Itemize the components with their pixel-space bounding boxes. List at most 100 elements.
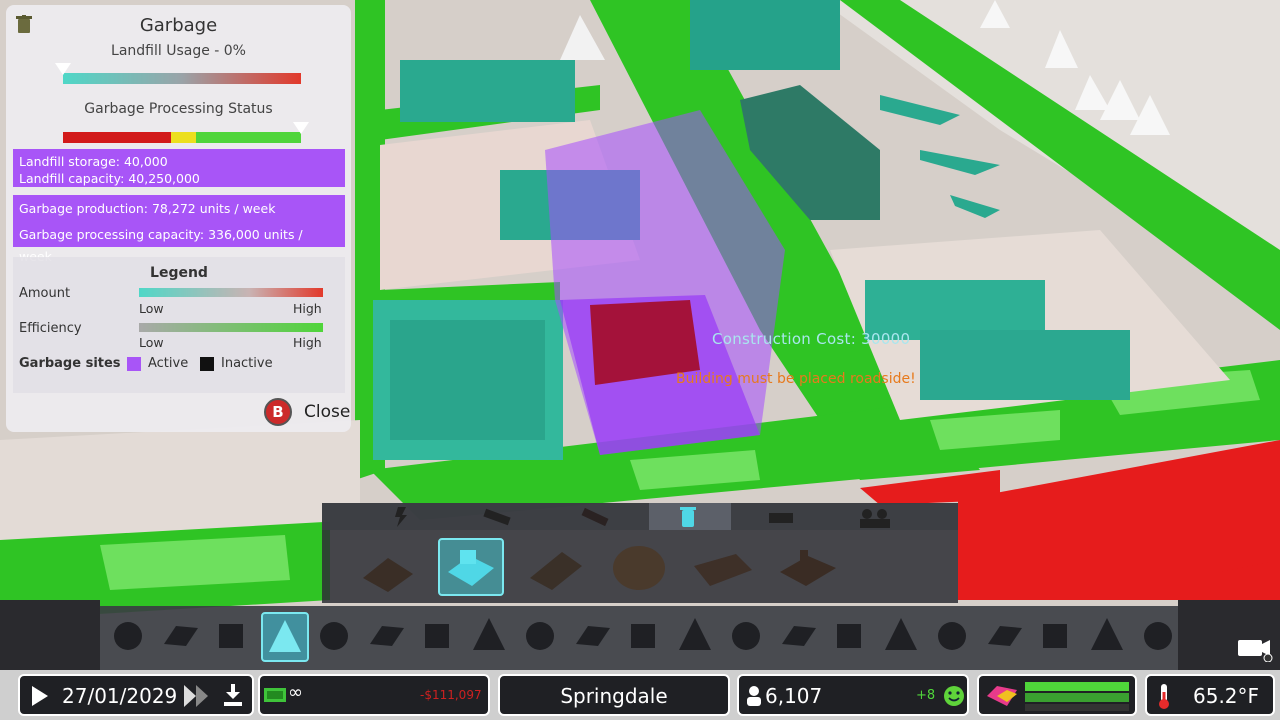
category-park-icon[interactable] bbox=[673, 612, 721, 662]
healthcare-icon bbox=[369, 626, 404, 646]
happy-face-icon bbox=[944, 686, 964, 706]
category-building-icon[interactable] bbox=[1136, 612, 1184, 662]
fast-forward-icon[interactable] bbox=[184, 685, 210, 707]
photo-mode-icon[interactable] bbox=[1234, 636, 1274, 662]
road-tools-icon bbox=[732, 622, 760, 650]
temperature-value: 65.2°F bbox=[1193, 684, 1260, 708]
category-industry-icon[interactable] bbox=[879, 612, 927, 662]
landfill-item[interactable] bbox=[438, 538, 504, 596]
demand-display[interactable] bbox=[977, 674, 1137, 716]
garbage-production: Garbage production: 78,272 units / week bbox=[19, 201, 276, 216]
category-tourism-icon[interactable] bbox=[1033, 612, 1081, 662]
amount-gradient bbox=[139, 288, 323, 297]
electricity-tab-icon[interactable] bbox=[392, 507, 412, 527]
landmark-icon bbox=[631, 624, 655, 648]
legend-sites-label: Garbage sites bbox=[19, 356, 121, 371]
download-icon[interactable] bbox=[222, 684, 244, 708]
legend-active: Active bbox=[148, 356, 189, 371]
category-disaster-icon[interactable] bbox=[776, 612, 824, 662]
landfill-usage-marker bbox=[55, 63, 71, 75]
pipe-tab-icon[interactable] bbox=[482, 507, 512, 527]
trash-tab-icon[interactable] bbox=[678, 506, 698, 528]
category-landmark-icon[interactable] bbox=[621, 612, 669, 662]
recycling-center-item[interactable] bbox=[606, 538, 672, 596]
fire-icon bbox=[425, 624, 449, 648]
category-roads-icon[interactable] bbox=[106, 612, 154, 662]
category-monument-icon[interactable] bbox=[570, 612, 618, 662]
population-value: 6,107 bbox=[765, 684, 823, 708]
category-government-icon[interactable] bbox=[930, 612, 978, 662]
zoning-demand-icon bbox=[987, 686, 1017, 706]
panel-title: Garbage bbox=[139, 15, 218, 36]
incinerator-item[interactable] bbox=[522, 538, 588, 596]
landfill-capacity: Landfill capacity: 40,250,000 bbox=[19, 171, 200, 186]
transport-icon bbox=[472, 618, 505, 650]
category-airport-icon[interactable] bbox=[982, 612, 1030, 662]
landfill-info-box: Landfill storage: 40,000 Landfill capaci… bbox=[13, 149, 345, 187]
processing-status-label: Garbage Processing Status bbox=[84, 101, 273, 117]
population-display[interactable]: 6,107 +8 bbox=[737, 674, 969, 716]
waste-processing-item[interactable] bbox=[774, 538, 840, 596]
education-icon bbox=[837, 624, 861, 648]
truck-tab-icon[interactable] bbox=[767, 507, 797, 527]
legend-title: Legend bbox=[150, 265, 208, 281]
close-button[interactable]: B Close bbox=[264, 398, 354, 428]
build-category-bar bbox=[100, 606, 1178, 670]
waste-transfer-item[interactable] bbox=[690, 538, 756, 596]
processing-status-bar bbox=[63, 132, 301, 143]
garbage-icon bbox=[320, 622, 348, 650]
category-museum-icon[interactable] bbox=[1085, 612, 1133, 662]
people-tab-icon[interactable] bbox=[858, 506, 892, 528]
pipe2-tab-icon[interactable] bbox=[580, 507, 610, 527]
category-districts-icon[interactable] bbox=[209, 612, 257, 662]
category-fire-icon[interactable] bbox=[415, 612, 463, 662]
city-name: Springdale bbox=[560, 684, 668, 708]
tourism-icon bbox=[1043, 624, 1067, 648]
legend-amount-label: Amount bbox=[19, 286, 71, 301]
inactive-site-swatch bbox=[200, 357, 214, 371]
amount-high: High bbox=[293, 301, 322, 316]
disaster-icon bbox=[781, 626, 816, 646]
build-submenu bbox=[322, 503, 958, 603]
garbage-truck-depot-item[interactable] bbox=[355, 538, 421, 596]
legend-efficiency-label: Efficiency bbox=[19, 321, 82, 336]
amount-low: Low bbox=[139, 301, 164, 316]
police-icon bbox=[526, 622, 554, 650]
electricity-water-icon bbox=[268, 620, 301, 652]
category-transport-icon[interactable] bbox=[467, 612, 515, 662]
category-police-icon[interactable] bbox=[518, 612, 566, 662]
airport-icon bbox=[987, 626, 1022, 646]
landfill-usage-label: Landfill Usage - 0% bbox=[111, 43, 246, 59]
temperature-display[interactable]: 65.2°F bbox=[1145, 674, 1275, 716]
date-display: 27/01/2029 bbox=[62, 684, 178, 708]
category-electricity-water-icon[interactable] bbox=[260, 612, 309, 662]
b-button-icon: B bbox=[264, 398, 292, 426]
money-display[interactable]: ∞ -$111,097 bbox=[258, 674, 490, 716]
demand-bar-1 bbox=[1025, 682, 1129, 691]
category-garbage-icon[interactable] bbox=[312, 612, 360, 662]
thermometer-icon bbox=[1159, 684, 1169, 709]
landfill-usage-bar bbox=[63, 73, 301, 84]
zoning-icon bbox=[163, 626, 198, 646]
person-icon bbox=[747, 686, 761, 706]
construction-cost-label: Construction Cost: 30000 bbox=[712, 330, 911, 348]
category-zoning-icon[interactable] bbox=[158, 612, 206, 662]
active-site-swatch bbox=[127, 357, 141, 371]
category-healthcare-icon[interactable] bbox=[364, 612, 412, 662]
play-icon[interactable] bbox=[30, 686, 48, 706]
category-road-tools-icon[interactable] bbox=[724, 612, 772, 662]
industry-icon bbox=[884, 618, 917, 650]
close-label: Close bbox=[304, 402, 351, 422]
money-change: -$111,097 bbox=[420, 688, 482, 702]
efficiency-gradient bbox=[139, 323, 323, 332]
submenu-tab-row bbox=[322, 503, 958, 530]
category-education-icon[interactable] bbox=[827, 612, 875, 662]
park-icon bbox=[678, 618, 711, 650]
museum-icon bbox=[1090, 618, 1123, 650]
city-name-display[interactable]: Springdale bbox=[498, 674, 730, 716]
money-icon bbox=[264, 688, 286, 702]
placement-warning: Building must be placed roadside! bbox=[676, 371, 916, 387]
demand-bar-2 bbox=[1025, 693, 1129, 702]
processing-info-box: Garbage production: 78,272 units / week … bbox=[13, 195, 345, 264]
status-bar: 27/01/2029 ∞ -$111,097 Springdale 6,107 … bbox=[0, 670, 1280, 720]
